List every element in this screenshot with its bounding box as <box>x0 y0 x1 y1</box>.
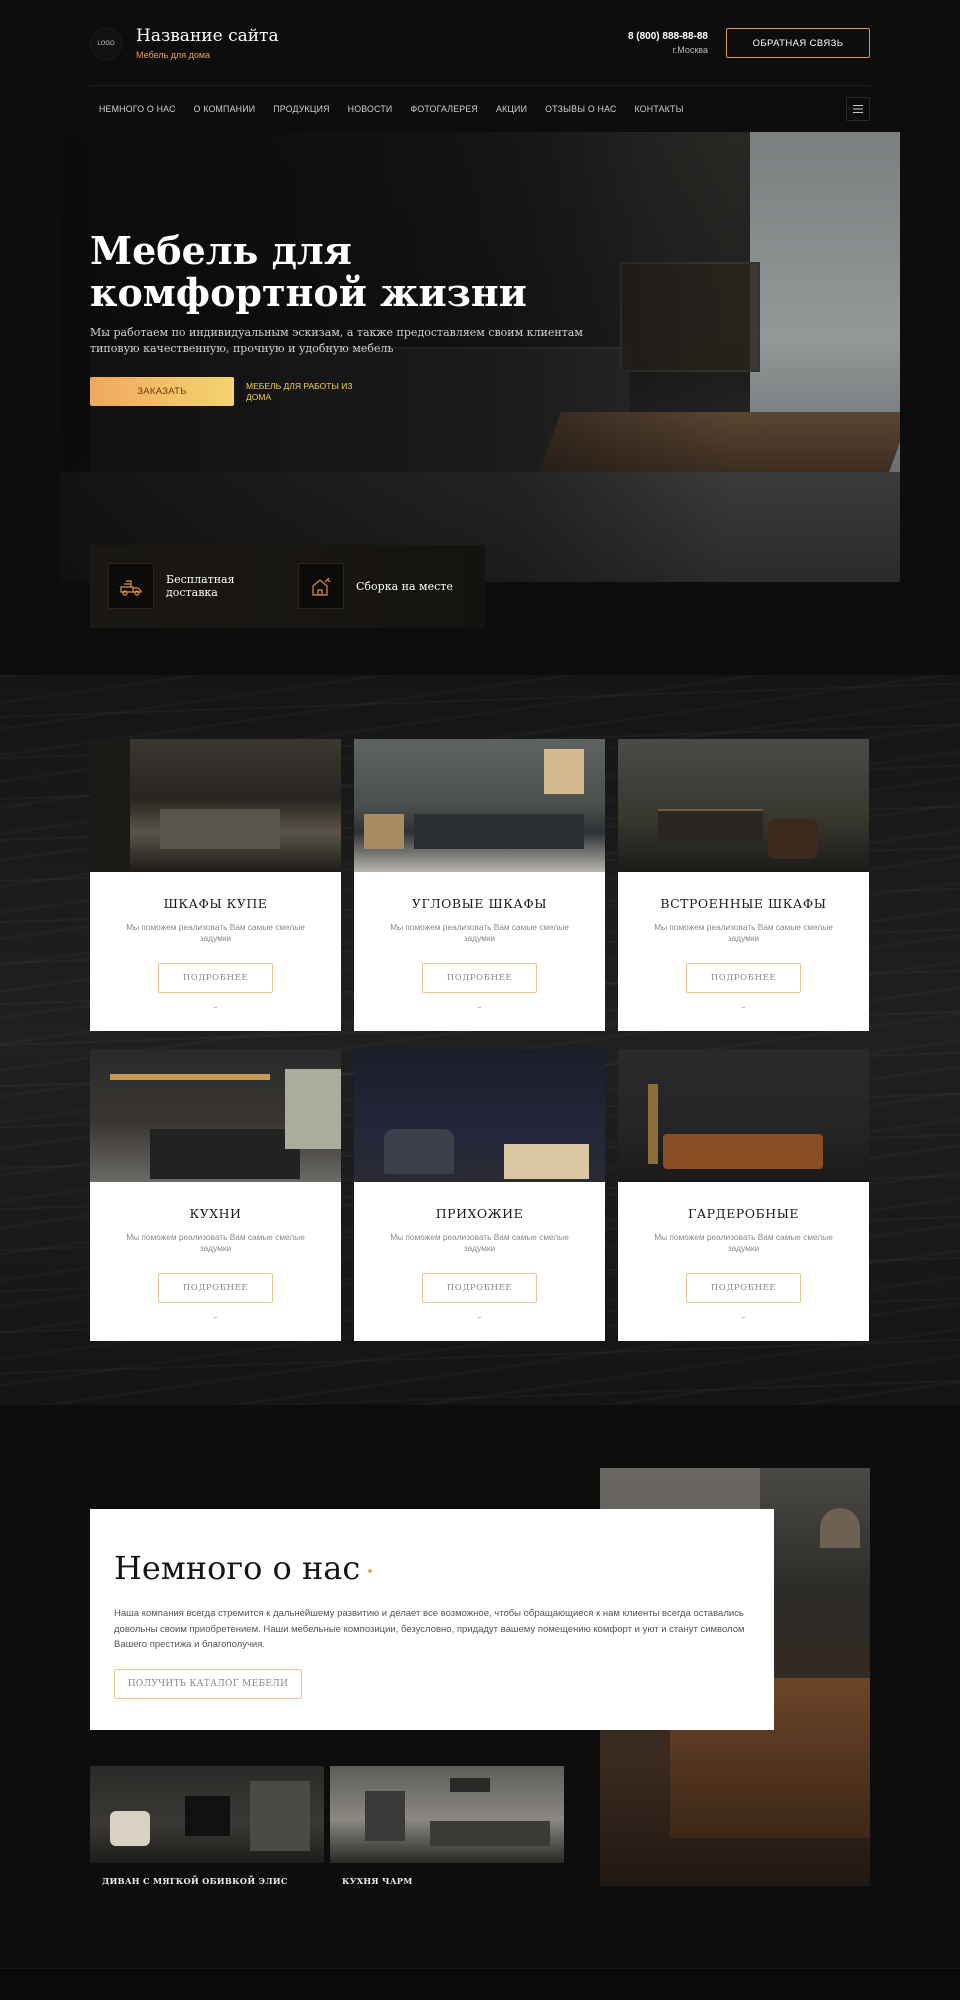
hero-banner <box>60 132 900 582</box>
phone-number[interactable]: 8 (800) 888-88-88 <box>628 31 708 42</box>
work-from-home-link[interactable]: МЕБЕЛЬ ДЛЯ РАБОТЫ ИЗ ДОМА <box>246 381 356 403</box>
assembly-icon <box>298 563 344 609</box>
product-card[interactable]: ШКАФЫ КУПЕ Мы поможем реализовать Вам са… <box>90 739 341 1031</box>
product-image-hallways <box>354 1049 605 1182</box>
site-subtitle: Мебель для дома <box>136 50 211 60</box>
product-title: ПРИХОЖИЕ <box>435 1206 524 1221</box>
more-button[interactable]: ПОДРОБНЕЕ <box>422 1273 537 1303</box>
main-nav: НЕМНОГО О НАС О КОМПАНИИ ПРОДУКЦИЯ НОВОС… <box>90 85 870 131</box>
about-text: Наша компания всегда стремится к дальней… <box>114 1608 745 1650</box>
nav-item-about-us[interactable]: НЕМНОГО О НАС <box>90 104 185 114</box>
product-image-corner-wardrobe <box>354 739 605 872</box>
about-title: Немного о нас <box>114 1549 361 1587</box>
feature-assembly-label: Сборка на месте <box>356 579 453 593</box>
get-catalog-button[interactable]: ПОЛУЧИТЬ КАТАЛОГ МЕБЕЛИ <box>114 1669 302 1699</box>
card-indicator <box>742 1317 745 1318</box>
more-button[interactable]: ПОДРОБНЕЕ <box>686 1273 801 1303</box>
more-button[interactable]: ПОДРОБНЕЕ <box>158 1273 273 1303</box>
nav-item-reviews[interactable]: ОТЗЫВЫ О НАС <box>536 104 625 114</box>
about-card: Немного о нас Наша компания всегда стрем… <box>90 1509 774 1730</box>
order-button[interactable]: ЗАКАЗАТЬ <box>90 377 234 406</box>
product-title: КУХНИ <box>189 1206 242 1221</box>
product-title: ГАРДЕРОБНЫЕ <box>687 1206 800 1221</box>
product-title: ВСТРОЕННЫЕ ШКАФЫ <box>660 896 827 911</box>
product-image-kitchens <box>90 1049 341 1182</box>
product-description: Мы поможем реализовать Вам самые смелые … <box>390 922 569 943</box>
product-title: ШКАФЫ КУПЕ <box>163 896 268 911</box>
product-card[interactable]: КУХНИ Мы поможем реализовать Вам самые с… <box>90 1049 341 1341</box>
product-card[interactable]: ГАРДЕРОБНЫЕ Мы поможем реализовать Вам с… <box>618 1049 869 1341</box>
product-image-dressing-rooms <box>618 1049 869 1182</box>
card-indicator <box>214 1317 217 1318</box>
site-logo[interactable]: LOGO <box>90 28 122 60</box>
nav-item-products[interactable]: ПРОДУКЦИЯ <box>264 104 338 114</box>
hamburger-icon[interactable] <box>846 97 870 121</box>
nav-item-company[interactable]: О КОМПАНИИ <box>185 104 265 114</box>
product-title: УГЛОВЫЕ ШКАФЫ <box>411 896 548 911</box>
more-button[interactable]: ПОДРОБНЕЕ <box>158 963 273 993</box>
featured-name[interactable]: КУХНЯ ЧАРМ <box>342 1876 413 1886</box>
hero-title: Мебель для комфортной жизни <box>90 228 527 315</box>
product-description: Мы поможем реализовать Вам самые смелые … <box>126 922 305 943</box>
featured-name[interactable]: ДИВАН С МЯГКОЙ ОБИВКОЙ ЭЛИС <box>102 1876 288 1886</box>
footer <box>0 1968 960 2000</box>
feature-delivery-label: Бесплатная доставка <box>166 573 235 599</box>
product-image-built-in-wardrobe <box>618 739 869 872</box>
featured-thumb-kitchen[interactable] <box>330 1766 564 1863</box>
product-description: Мы поможем реализовать Вам самые смелые … <box>390 1232 569 1253</box>
nav-item-promos[interactable]: АКЦИИ <box>487 104 536 114</box>
card-indicator <box>478 1007 481 1008</box>
city-label: г.Москва <box>672 45 708 55</box>
card-indicator <box>214 1007 217 1008</box>
nav-item-gallery[interactable]: ФОТОГАЛЕРЕЯ <box>401 104 487 114</box>
product-image-wardrobe-coupe <box>90 739 341 872</box>
product-description: Мы поможем реализовать Вам самые смелые … <box>654 1232 833 1253</box>
product-description: Мы поможем реализовать Вам самые смелые … <box>654 922 833 943</box>
features-panel: Бесплатная доставка Сборка на месте <box>90 545 485 628</box>
callback-button[interactable]: ОБРАТНАЯ СВЯЗЬ <box>726 28 870 58</box>
nav-list: НЕМНОГО О НАС О КОМПАНИИ ПРОДУКЦИЯ НОВОС… <box>90 86 693 132</box>
more-button[interactable]: ПОДРОБНЕЕ <box>686 963 801 993</box>
product-card[interactable]: ВСТРОЕННЫЕ ШКАФЫ Мы поможем реализовать … <box>618 739 869 1031</box>
product-card[interactable]: ПРИХОЖИЕ Мы поможем реализовать Вам самы… <box>354 1049 605 1341</box>
hero-overlay <box>60 132 900 582</box>
product-card[interactable]: УГЛОВЫЕ ШКАФЫ Мы поможем реализовать Вам… <box>354 739 605 1031</box>
delivery-icon <box>108 563 154 609</box>
site-header: LOGO Название сайта Мебель для дома 8 (8… <box>90 26 870 60</box>
product-description: Мы поможем реализовать Вам самые смелые … <box>126 1232 305 1253</box>
title-accent-dot <box>368 1569 372 1573</box>
feature-delivery: Бесплатная доставка <box>108 563 256 609</box>
nav-item-news[interactable]: НОВОСТИ <box>339 104 402 114</box>
more-button[interactable]: ПОДРОБНЕЕ <box>422 963 537 993</box>
site-title[interactable]: Название сайта <box>136 26 279 46</box>
nav-item-contacts[interactable]: КОНТАКТЫ <box>626 104 693 114</box>
hero-description: Мы работаем по индивидуальным эскизам, а… <box>90 326 583 355</box>
featured-thumb-sofa[interactable] <box>90 1766 324 1863</box>
feature-assembly: Сборка на месте <box>298 563 466 609</box>
card-indicator <box>478 1317 481 1318</box>
card-indicator <box>742 1007 745 1008</box>
